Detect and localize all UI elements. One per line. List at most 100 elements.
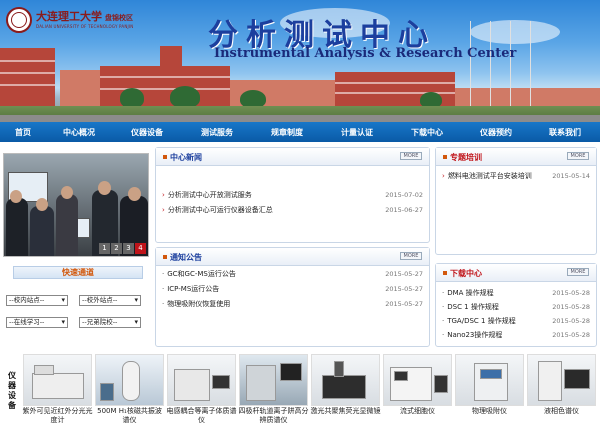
building xyxy=(455,88,600,106)
photo-slider[interactable]: 1 2 3 4 xyxy=(3,153,149,257)
downloads-panel: 下载中心 MORE · DMA 操作规程 2015-05-28 · DSC 1 操作… xyxy=(435,263,597,347)
quick-links: 快速通道 --校内站点-- --校外站点-- --在线学习-- --兄弟院校-- xyxy=(6,266,143,336)
list-item[interactable]: › 分析测试中心可运行仪器设备汇总 2015-06-27 xyxy=(162,204,423,216)
person-head xyxy=(98,181,111,195)
equipment-image xyxy=(95,354,164,406)
list-item[interactable]: · 物理吸附仪恢复使用 2015-05-27 xyxy=(162,298,423,310)
equipment-name: 液相色谱仪 xyxy=(544,407,579,415)
nav-testing-service[interactable]: 测试服务 xyxy=(182,127,252,138)
site-title-en: Instrumental Analysis & Research Center xyxy=(214,46,517,61)
list-item[interactable]: · ICP-MS运行公告 2015-05-27 xyxy=(162,283,423,295)
notices-panel: 通知公告 MORE · GC和GC-MS运行公告 2015-05-27 · ICP-… xyxy=(155,247,430,347)
nav-home[interactable]: 首页 xyxy=(0,127,46,138)
select-sister-schools[interactable]: --兄弟院校-- xyxy=(79,317,141,328)
training-title: 专题培训 xyxy=(450,153,482,162)
training-panel: 专题培训 MORE › 燃料电池测试平台安装培训 2015-05-14 xyxy=(435,147,597,255)
training-item-title[interactable]: 燃料电池测试平台安装培训 xyxy=(448,172,532,180)
equipment-name: 电感耦合等离子体质谱仪 xyxy=(166,407,237,424)
download-title[interactable]: DMA 操作规程 xyxy=(447,289,493,297)
person-head xyxy=(10,190,22,203)
equipment-card[interactable]: 四极杆轨道离子阱高分辨质谱仪 xyxy=(238,354,309,428)
center-news-title: 中心新闻 xyxy=(170,153,202,162)
equipment-image xyxy=(311,354,380,406)
notice-title[interactable]: GC和GC-MS运行公告 xyxy=(167,270,236,278)
arrow-icon: › xyxy=(162,191,165,199)
list-item[interactable]: › 燃料电池测试平台安装培训 2015-05-14 xyxy=(442,170,590,182)
download-date: 2015-05-28 xyxy=(552,331,590,339)
dot-icon: · xyxy=(442,303,445,311)
slider-page-3[interactable]: 3 xyxy=(123,243,134,254)
bullet-icon xyxy=(443,271,447,275)
slider-page-1[interactable]: 1 xyxy=(99,243,110,254)
bullet-icon xyxy=(443,155,447,159)
nav-equipment[interactable]: 仪器设备 xyxy=(112,127,182,138)
list-item[interactable]: · TGA/DSC 1 操作规程 2015-05-28 xyxy=(442,315,590,327)
news-title[interactable]: 分析测试中心可运行仪器设备汇总 xyxy=(168,206,273,214)
news-title[interactable]: 分析测试中心开放测试服务 xyxy=(168,191,252,199)
download-title[interactable]: TGA/DSC 1 操作规程 xyxy=(447,317,515,325)
dot-icon: · xyxy=(442,331,445,339)
notice-title[interactable]: 物理吸附仪恢复使用 xyxy=(167,300,230,308)
nav-booking[interactable]: 仪器预约 xyxy=(462,127,530,138)
nav-contact[interactable]: 联系我们 xyxy=(530,127,600,138)
logo-english-name: DALIAN UNIVERSITY OF TECHNOLOGY PANJIN xyxy=(36,24,134,29)
person-head xyxy=(61,186,73,199)
equipment-gallery: 紫外可见近红外分光光度计 500M H₁核磁共振波谱仪 电感耦合等离子体质谱仪 … xyxy=(22,354,597,428)
center-news-more-button[interactable]: MORE xyxy=(400,152,422,160)
equipment-card[interactable]: 激光共聚焦荧光显微镜 xyxy=(310,354,381,428)
equipment-card[interactable]: 紫外可见近红外分光光度计 xyxy=(22,354,93,428)
slider-page-2[interactable]: 2 xyxy=(111,243,122,254)
equipment-image xyxy=(167,354,236,406)
equipment-image xyxy=(239,354,308,406)
download-date: 2015-05-28 xyxy=(552,303,590,311)
select-online-learning[interactable]: --在线学习-- xyxy=(6,317,68,328)
university-logo[interactable]: 大连理工大学 盘锦校区 DALIAN UNIVERSITY OF TECHNOLO… xyxy=(6,6,171,34)
equipment-name: 500M H₁核磁共振波谱仪 xyxy=(97,407,162,424)
download-title[interactable]: DSC 1 操作规程 xyxy=(447,303,499,311)
nav-regulations[interactable]: 规章制度 xyxy=(252,127,322,138)
list-item[interactable]: · DSC 1 操作规程 2015-05-28 xyxy=(442,301,590,313)
select-external-sites[interactable]: --校外站点-- xyxy=(79,295,141,306)
list-item[interactable]: · Nano23操作规程 2015-05-28 xyxy=(442,329,590,341)
person-head xyxy=(128,187,141,201)
equipment-name: 激光共聚焦荧光显微镜 xyxy=(310,407,381,415)
training-more-button[interactable]: MORE xyxy=(567,152,589,160)
slider-page-4[interactable]: 4 xyxy=(135,243,146,254)
person xyxy=(56,194,78,256)
equipment-image xyxy=(527,354,596,406)
nav-downloads[interactable]: 下载中心 xyxy=(392,127,462,138)
training-item-date: 2015-05-14 xyxy=(552,172,590,180)
dot-icon: · xyxy=(442,289,445,297)
dot-icon: · xyxy=(162,300,165,308)
equipment-card[interactable]: 500M H₁核磁共振波谱仪 xyxy=(94,354,165,428)
bullet-icon xyxy=(163,155,167,159)
building xyxy=(60,70,100,106)
cloud xyxy=(470,20,560,44)
equipment-card[interactable]: 液相色谱仪 xyxy=(526,354,597,428)
equipment-name: 紫外可见近红外分光光度计 xyxy=(22,407,93,424)
select-campus-sites[interactable]: --校内站点-- xyxy=(6,295,68,306)
flag-pole xyxy=(530,21,531,106)
person xyxy=(6,198,28,256)
equipment-card[interactable]: 电感耦合等离子体质谱仪 xyxy=(166,354,237,428)
equipment-card[interactable]: 物理吸附仪 xyxy=(454,354,525,428)
equipment-section-label: 仪 器 设 备 xyxy=(8,371,16,410)
download-date: 2015-05-28 xyxy=(552,289,590,297)
downloads-more-button[interactable]: MORE xyxy=(567,268,589,276)
download-date: 2015-05-28 xyxy=(552,317,590,325)
main-nav: 首页 中心概况 仪器设备 测试服务 规章制度 计量认证 下载中心 仪器预约 联系… xyxy=(0,122,600,142)
arrow-icon: › xyxy=(442,172,445,180)
nav-about[interactable]: 中心概况 xyxy=(46,127,112,138)
nav-certification[interactable]: 计量认证 xyxy=(322,127,392,138)
download-title[interactable]: Nano23操作规程 xyxy=(447,331,502,339)
notices-more-button[interactable]: MORE xyxy=(400,252,422,260)
list-item[interactable]: › 分析测试中心开放测试服务 2015-07-02 xyxy=(162,189,423,201)
equipment-image xyxy=(455,354,524,406)
dot-icon: · xyxy=(162,270,165,278)
list-item[interactable]: · DMA 操作规程 2015-05-28 xyxy=(442,287,590,299)
notice-title[interactable]: ICP-MS运行公告 xyxy=(167,285,219,293)
list-item[interactable]: · GC和GC-MS运行公告 2015-05-27 xyxy=(162,268,423,280)
tree xyxy=(120,88,144,108)
equipment-card[interactable]: 流式细胞仪 xyxy=(382,354,453,428)
tree xyxy=(170,86,200,108)
